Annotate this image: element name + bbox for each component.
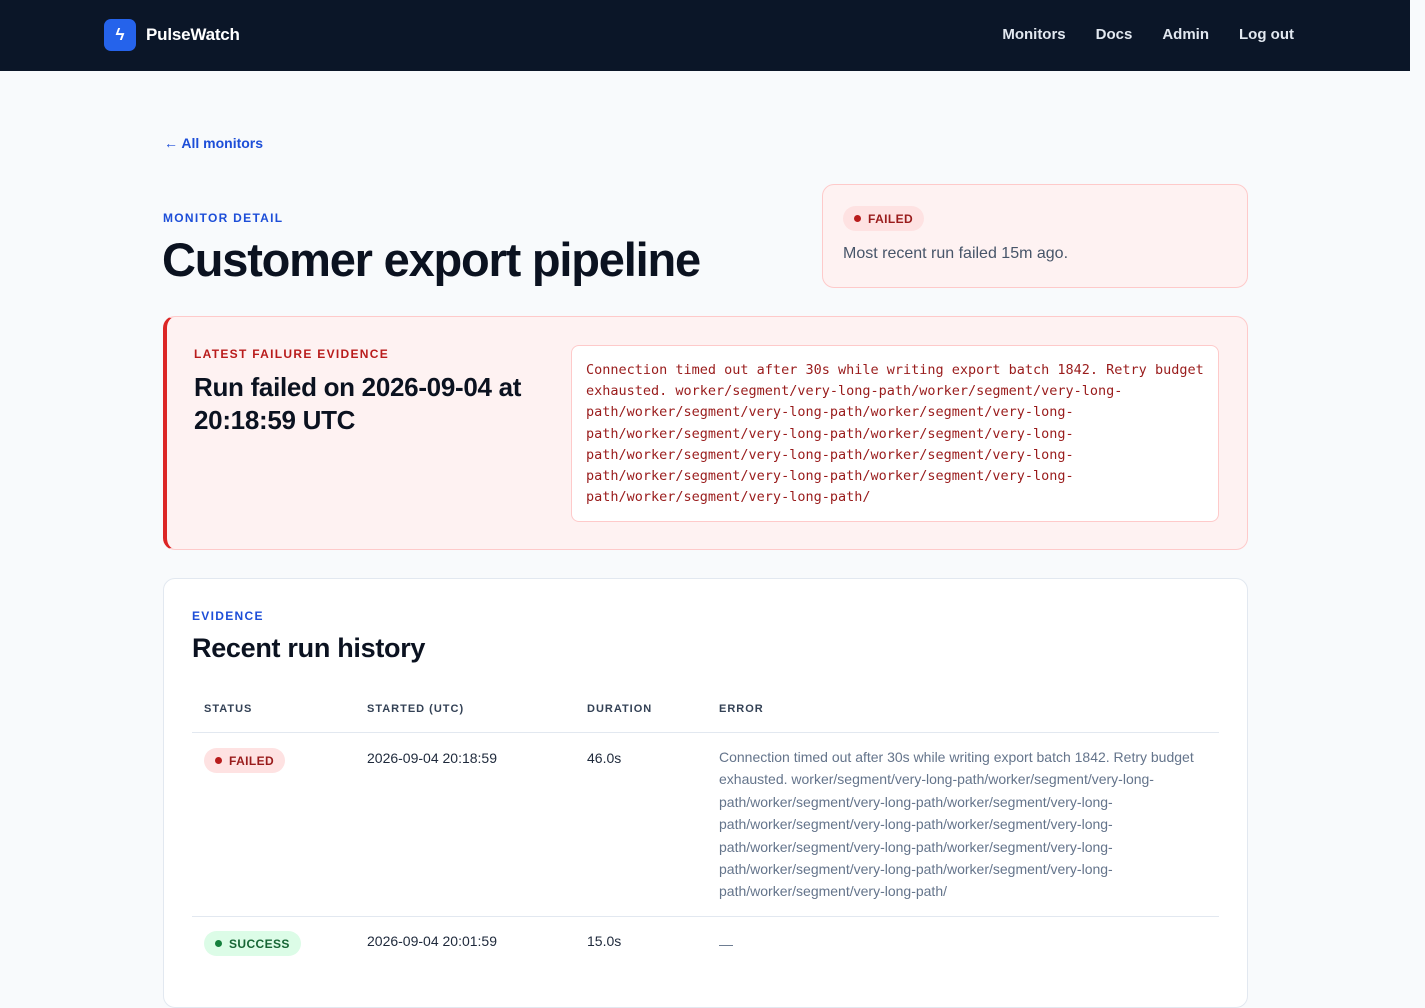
column-header-status: STATUS: [204, 703, 253, 715]
monitor-detail-eyebrow: MONITOR DETAIL: [163, 211, 284, 225]
table-row: FAILED 2026-09-04 20:18:59 46.0s Connect…: [192, 733, 1219, 917]
status-dot-icon: [854, 215, 861, 222]
run-history-table: STATUS STARTED (UTC) DURATION ERROR FAIL…: [192, 691, 1219, 977]
back-to-monitors-link[interactable]: ← All monitors: [164, 135, 263, 151]
nav-docs-link[interactable]: Docs: [1096, 26, 1133, 43]
run-status-label: SUCCESS: [229, 936, 290, 951]
page-title: Customer export pipeline: [162, 233, 701, 286]
run-duration: 15.0s: [587, 933, 622, 949]
status-dot-icon: [215, 757, 222, 764]
status-summary-card: FAILED Most recent run failed 15m ago.: [822, 184, 1248, 288]
run-history-eyebrow: EVIDENCE: [192, 609, 264, 623]
run-status-badge: SUCCESS: [204, 931, 301, 956]
status-badge: FAILED: [843, 206, 925, 231]
run-status-label: FAILED: [229, 753, 275, 768]
status-badge-label: FAILED: [868, 211, 914, 226]
top-navbar: ϟ PulseWatch Monitors Docs Admin Log out: [0, 0, 1410, 71]
run-error-message: Connection timed out after 30s while wri…: [719, 749, 1194, 900]
run-history-card: EVIDENCE Recent run history STATUS START…: [163, 578, 1248, 1008]
nav-monitors-link[interactable]: Monitors: [1002, 26, 1065, 43]
failure-error-message: Connection timed out after 30s while wri…: [571, 345, 1219, 522]
nav-logout-link[interactable]: Log out: [1239, 26, 1294, 43]
run-started-time: 2026-09-04 20:01:59: [367, 933, 497, 949]
failure-evidence-eyebrow: LATEST FAILURE EVIDENCE: [194, 347, 390, 361]
column-header-started: STARTED (UTC): [367, 703, 465, 715]
bolt-icon[interactable]: ϟ: [104, 19, 136, 51]
app-name[interactable]: PulseWatch: [146, 25, 240, 45]
status-summary-text: Most recent run failed 15m ago.: [843, 245, 1069, 262]
run-duration: 46.0s: [587, 750, 622, 766]
run-error-message: —: [719, 936, 733, 952]
run-history-title: Recent run history: [192, 633, 426, 663]
failure-evidence-heading: Run failed on 2026-09-04 at 20:18:59 UTC: [194, 372, 522, 435]
column-header-duration: DURATION: [587, 703, 653, 715]
run-started-time: 2026-09-04 20:18:59: [367, 750, 497, 766]
table-row: SUCCESS 2026-09-04 20:01:59 15.0s —: [192, 917, 1219, 977]
run-status-badge: FAILED: [204, 748, 286, 773]
nav-admin-link[interactable]: Admin: [1162, 26, 1209, 43]
main-nav: Monitors Docs Admin Log out: [1002, 26, 1294, 43]
column-header-error: ERROR: [719, 703, 764, 715]
status-dot-icon: [215, 940, 222, 947]
failure-evidence-card: LATEST FAILURE EVIDENCE Run failed on 20…: [163, 316, 1248, 550]
table-header-row: STATUS STARTED (UTC) DURATION ERROR: [192, 691, 1219, 733]
